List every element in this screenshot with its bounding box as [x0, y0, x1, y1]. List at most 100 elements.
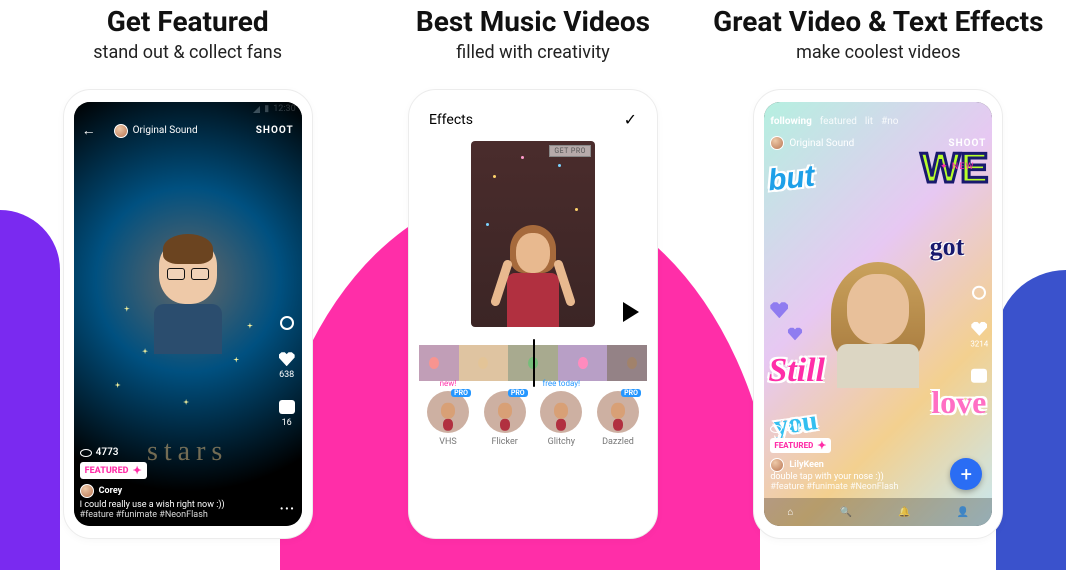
preview-subject: [507, 233, 559, 327]
shoot-button[interactable]: SHOOT: [948, 138, 986, 149]
editor-title: Effects: [429, 112, 473, 128]
effect-name: Glitchy: [548, 437, 575, 447]
pro-badge: PRO: [621, 389, 641, 397]
effect-tag-free: free today!: [542, 379, 580, 388]
effect-name: VHS: [439, 437, 457, 447]
sticker-still: Still: [768, 352, 825, 390]
search-icon[interactable]: 🔍: [840, 507, 852, 518]
effect-tag-new: new!: [440, 379, 457, 388]
tab-following[interactable]: following: [770, 116, 811, 127]
heart-icon: [971, 322, 987, 336]
comment-count: 16: [282, 418, 292, 428]
tab-hashtag[interactable]: #no: [881, 116, 898, 127]
profile-icon[interactable]: 👤: [957, 507, 969, 518]
video-side-actions: 3214: [970, 284, 988, 385]
hashtags[interactable]: #feature #funimate #NeonFlash: [80, 510, 274, 520]
pro-badge: PRO: [451, 389, 471, 397]
effect-vhs[interactable]: new! PRO VHS: [423, 391, 473, 447]
sound-avatar-icon: [114, 124, 128, 138]
tab-lit[interactable]: lit: [865, 116, 873, 127]
screen-2: Effects ✓ GET PRO: [419, 102, 647, 526]
effects-row: new! PRO VHS PRO Flicker free today! Gli…: [419, 381, 647, 447]
eye-icon: [80, 449, 92, 457]
phone-2: Effects ✓ GET PRO: [408, 89, 658, 539]
bell-icon[interactable]: 🔔: [898, 507, 910, 518]
view-count: 4773: [96, 447, 119, 458]
heart-icon: [279, 352, 295, 366]
views-row: 4773: [80, 447, 296, 458]
like-count: 3214: [970, 340, 988, 349]
plus-icon: +: [961, 462, 972, 486]
preview-box[interactable]: GET PRO: [471, 141, 595, 327]
featured-badge: FEATURED ✦: [80, 462, 147, 479]
effect-glitchy[interactable]: free today! Glitchy: [536, 391, 586, 447]
tab-featured[interactable]: featured: [820, 116, 857, 127]
showcase-columns: Get Featured stand out & collect fans st…: [0, 0, 1066, 570]
video-subject: [837, 274, 919, 388]
like-button[interactable]: 3214: [970, 320, 988, 349]
col-effects: Great Video & Text Effects make coolest …: [711, 6, 1046, 539]
effect-dazzled[interactable]: PRO Dazzled: [593, 391, 643, 447]
sound-label: Original Sound: [789, 138, 854, 149]
mic-icon: [972, 286, 986, 300]
screen-3: but WE got Still love you following feat…: [764, 102, 992, 526]
feed-tabs: following featured lit #no: [770, 116, 986, 127]
mic-icon: [280, 316, 294, 330]
comment-icon: [971, 369, 987, 383]
sticker-but: but: [767, 160, 817, 199]
eye-icon: [770, 425, 782, 433]
confirm-icon[interactable]: ✓: [624, 110, 637, 129]
col2-heading: Best Music Videos: [416, 6, 650, 38]
new-tag: ✦ NEW: [940, 162, 974, 172]
screen-1: stars ▮ 12:30 ←: [74, 102, 302, 526]
comment-button[interactable]: [970, 367, 988, 385]
col3-sub: make coolest videos: [796, 42, 960, 63]
username[interactable]: LilyKeen: [789, 460, 824, 470]
col1-heading: Get Featured: [107, 6, 269, 38]
username[interactable]: Corey: [99, 486, 123, 496]
view-count: 21k: [786, 423, 803, 434]
phone-3: but WE got Still love you following feat…: [753, 89, 1003, 539]
col2-sub: filled with creativity: [456, 42, 610, 63]
bottom-nav: ⌂ 🔍 🔔 👤: [764, 498, 992, 526]
playhead[interactable]: [533, 339, 535, 387]
sound-avatar-icon: [770, 136, 784, 150]
like-button[interactable]: 638: [278, 350, 296, 380]
video-subject: [154, 240, 222, 354]
sound-pill[interactable]: Original Sound SHOOT: [770, 136, 986, 150]
sticker-got: got: [930, 232, 965, 262]
editor-header: Effects ✓: [419, 102, 647, 137]
pro-badge: PRO: [508, 389, 528, 397]
col-music: Best Music Videos filled with creativity…: [365, 6, 700, 539]
effect-flicker[interactable]: PRO Flicker: [480, 391, 530, 447]
star-icon: ✦: [132, 464, 141, 477]
play-icon[interactable]: [623, 302, 639, 322]
video-header: ← Original Sound SHOOT: [74, 116, 302, 145]
col3-heading: Great Video & Text Effects: [713, 6, 1043, 38]
video-meta: 4773 FEATURED ✦ Corey I could really use…: [80, 447, 296, 520]
effect-name: Flicker: [491, 437, 517, 447]
caption-text: I could really use a wish right now :)): [80, 500, 274, 510]
sound-pill[interactable]: Original Sound: [114, 124, 198, 138]
more-icon[interactable]: •••: [280, 505, 296, 515]
back-arrow-icon[interactable]: ←: [82, 122, 96, 139]
featured-badge: FEATURED ✦: [770, 438, 830, 453]
col-featured: Get Featured stand out & collect fans st…: [20, 6, 355, 539]
getpro-badge[interactable]: GET PRO: [549, 145, 591, 157]
mic-button[interactable]: [970, 284, 988, 302]
user-avatar-icon[interactable]: [770, 458, 784, 472]
video-side-actions: 638 16: [278, 314, 296, 428]
col1-sub: stand out & collect fans: [93, 42, 282, 63]
phone-1: stars ▮ 12:30 ←: [63, 89, 313, 539]
star-icon: ✦: [817, 439, 826, 452]
home-icon[interactable]: ⌂: [787, 507, 793, 518]
like-count: 638: [279, 370, 294, 380]
effect-name: Dazzled: [602, 437, 634, 447]
mic-button[interactable]: [278, 314, 296, 332]
sticker-love: love: [931, 384, 986, 421]
shoot-button[interactable]: SHOOT: [256, 125, 294, 136]
user-avatar-icon[interactable]: [80, 484, 94, 498]
views-row: 21k: [770, 423, 986, 434]
sound-label: Original Sound: [133, 125, 198, 136]
comment-button[interactable]: 16: [278, 398, 296, 428]
